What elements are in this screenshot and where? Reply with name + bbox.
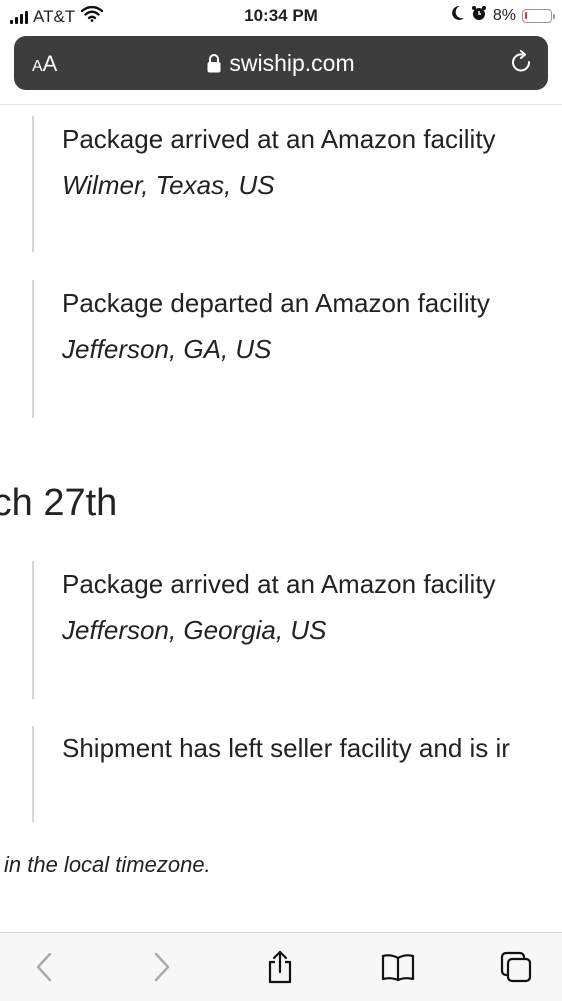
moon-icon xyxy=(451,5,465,26)
url-text: swiship.com xyxy=(229,50,355,76)
event-location: Jefferson, Georgia, US xyxy=(62,615,327,645)
battery-level xyxy=(525,11,527,19)
battery-percent: 8% xyxy=(492,6,516,24)
timeline-line xyxy=(32,116,34,252)
reload-icon[interactable] xyxy=(510,50,534,81)
alarm-icon xyxy=(471,5,487,26)
lock-icon xyxy=(207,52,221,79)
bookmarks-icon[interactable] xyxy=(380,949,416,985)
status-right: 8% xyxy=(451,5,555,26)
page-divider xyxy=(0,104,562,105)
tabs-icon[interactable] xyxy=(498,949,534,985)
status-bar: AT&T 10:34 PM 8% xyxy=(0,0,562,34)
event-location: Jefferson, GA, US xyxy=(62,334,272,364)
url-display[interactable]: swiship.com xyxy=(14,50,548,79)
timezone-note: in the local timezone. xyxy=(4,852,211,877)
back-icon[interactable] xyxy=(26,949,62,985)
event-title: Package arrived at an Amazon facility xyxy=(62,124,496,154)
event-title: Package arrived at an Amazon facility xyxy=(62,569,496,599)
forward-icon[interactable] xyxy=(144,949,180,985)
browser-toolbar xyxy=(0,932,562,1001)
event-title: Shipment has left seller facility and is… xyxy=(62,733,510,763)
timeline-line xyxy=(32,280,34,418)
address-bar[interactable]: AA swiship.com xyxy=(14,36,548,90)
event-location: Wilmer, Texas, US xyxy=(62,170,275,200)
share-icon[interactable] xyxy=(262,949,298,985)
timeline-line xyxy=(32,726,34,822)
timeline-line xyxy=(32,561,34,699)
date-header: rch 27th xyxy=(0,482,118,524)
event-title: Package departed an Amazon facility xyxy=(62,288,490,318)
battery-icon xyxy=(522,8,555,23)
